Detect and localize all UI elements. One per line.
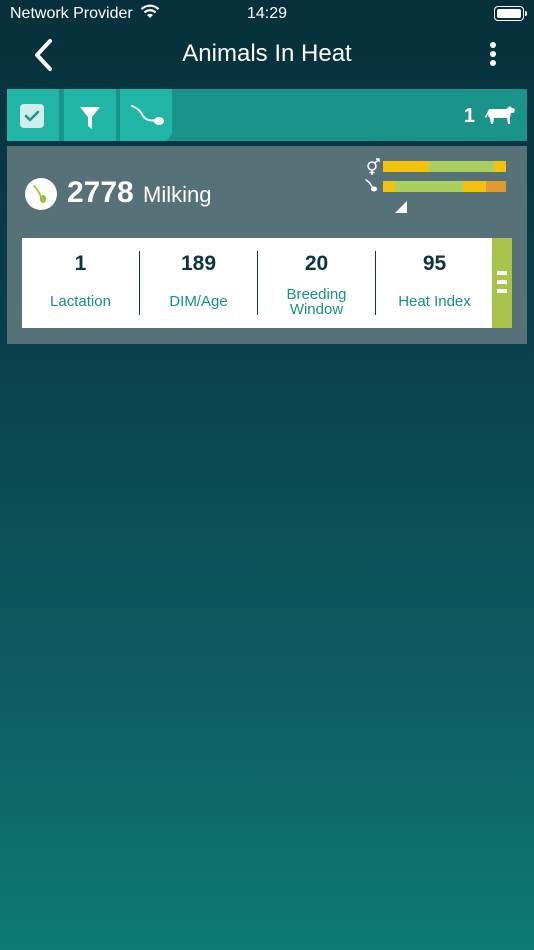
nav-bar: Animals In Heat: [0, 30, 534, 80]
heat-index-bar: [383, 181, 506, 192]
animal-card[interactable]: 2778 Milking 1 Lactation 189 DIM/Age 20: [7, 146, 527, 344]
status-bar: Network Provider 14:29: [0, 0, 534, 30]
animal-number: 2778: [67, 176, 134, 209]
bar-segment: [486, 181, 506, 192]
clock: 14:29: [246, 5, 288, 22]
stat-lactation: 1 Lactation: [22, 238, 139, 328]
sperm-icon: [131, 105, 164, 125]
animal-status: Milking: [143, 182, 212, 207]
bar-segment: [428, 161, 494, 172]
stat-label: Breeding Window: [258, 287, 375, 317]
stat-heat-index: 95 Heat Index: [376, 238, 493, 328]
bar-segment: [383, 181, 396, 192]
stat-label: Lactation: [50, 293, 111, 310]
filter-button[interactable]: [64, 89, 116, 141]
breeding-filter-button[interactable]: [120, 89, 172, 141]
stat-value: 20: [304, 252, 329, 275]
stat-label: DIM/Age: [169, 293, 228, 310]
expand-handle[interactable]: [492, 238, 512, 328]
more-options-button[interactable]: [488, 42, 498, 70]
filter-icon: [80, 107, 100, 129]
breeding-window-bar: [383, 161, 506, 172]
cow-icon: [485, 106, 515, 124]
bar-segment: [462, 181, 487, 192]
animal-stats: 1 Lactation 189 DIM/Age 20 Breeding Wind…: [22, 238, 512, 328]
animal-breeding-icon: [25, 178, 57, 210]
toolbar: 1: [7, 89, 527, 141]
heat-marker-icon: [394, 201, 407, 213]
stat-value: 1: [74, 252, 87, 275]
heat-indicator-bars: [359, 158, 509, 213]
sperm-small-icon: [365, 179, 377, 192]
page-title: Animals In Heat: [182, 40, 352, 67]
select-all-button[interactable]: [7, 89, 59, 141]
checkbox-icon: [20, 104, 44, 128]
stat-breeding-window: 20 Breeding Window: [258, 238, 375, 328]
male-female-icon: [367, 158, 380, 175]
stat-value: 95: [422, 252, 447, 275]
stat-value: 189: [180, 252, 217, 275]
bar-segment: [395, 181, 463, 192]
animal-count: 1: [463, 105, 475, 127]
stat-dim-age: 189 DIM/Age: [140, 238, 257, 328]
bar-segment: [383, 161, 429, 172]
stat-label-line2: Window: [289, 301, 344, 318]
stat-label: Heat Index: [398, 293, 471, 310]
battery-icon: [494, 6, 527, 21]
bar-segment: [493, 161, 506, 172]
